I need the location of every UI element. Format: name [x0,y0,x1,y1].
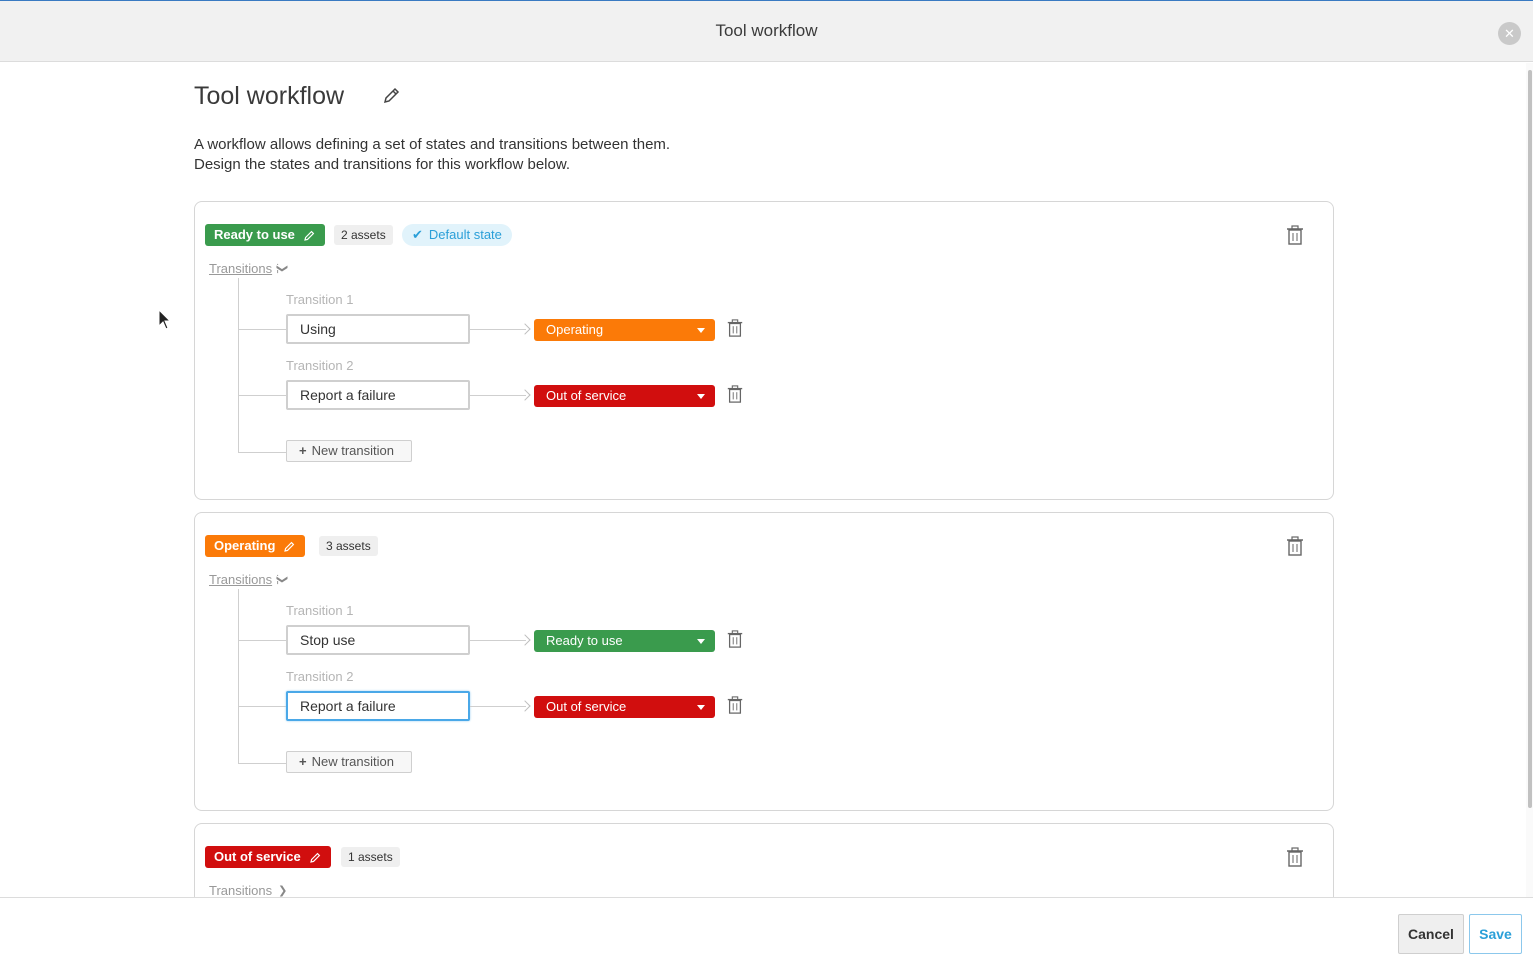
trash-icon[interactable] [1285,535,1305,557]
caret-down-icon [697,394,705,399]
state-name-badge[interactable]: Operating [205,535,306,557]
trash-icon[interactable] [726,695,744,715]
state-name: Out of service [214,849,301,864]
target-state-select[interactable]: Out of service [534,696,715,718]
transition-label: Transition 2 [286,358,354,373]
arrow-line [470,329,526,330]
tree-line [238,278,239,452]
transition-name-input[interactable] [286,691,470,721]
trash-icon[interactable] [1285,846,1305,868]
arrow-line [470,706,526,707]
transitions-label: Transitions [209,883,273,897]
target-state-select[interactable]: Operating [534,319,715,341]
tree-line [238,640,286,641]
caret-down-icon [697,705,705,710]
target-state-select[interactable]: Out of service [534,385,715,407]
pencil-icon[interactable] [380,85,402,107]
default-state-badge: ✔ Default state [402,224,512,246]
state-name: Operating [214,538,276,553]
pencil-icon [309,852,320,863]
transition-name-input[interactable] [286,625,470,655]
tree-line [238,452,286,453]
state-card-operating: Operating 3 assets Transitions ❯ Transit… [194,512,1334,811]
transition-name-input[interactable] [286,380,470,410]
arrow-right-icon [519,323,531,335]
assets-count-badge: 3 assets [319,536,378,556]
modal-header: Tool workflow ✕ [0,0,1533,62]
trash-icon[interactable] [726,384,744,404]
plus-icon: + [299,443,307,458]
arrow-right-icon [519,389,531,401]
arrow-right-icon [519,700,531,712]
description-line: Design the states and transitions for th… [194,156,571,173]
state-card-out-of-service: Out of service 1 assets Transitions ❯ [194,823,1334,897]
assets-count-badge: 1 assets [341,847,400,867]
target-state-select[interactable]: Ready to use [534,630,715,652]
transitions-toggle[interactable]: Transitions ❯ [209,572,289,587]
transitions-label: Transitions [209,572,273,587]
modal-footer: Cancel Save [0,897,1533,961]
state-card-ready-to-use: Ready to use 2 assets ✔ Default state Tr… [194,201,1334,500]
transition-label: Transition 2 [286,669,354,684]
new-transition-label: New transition [311,443,394,458]
target-state-value: Out of service [546,699,627,714]
tree-line [238,706,286,707]
modal-title: Tool workflow [715,21,818,40]
scrollbar-thumb[interactable] [1528,70,1532,808]
assets-count-badge: 2 assets [334,225,393,245]
description-line: A workflow allows defining a set of stat… [194,136,671,153]
new-transition-button[interactable]: + New transition [286,440,412,462]
mouse-cursor-icon [158,309,172,330]
workflow-editor: Tool workflow A workflow allows defining… [0,63,1533,897]
new-transition-button[interactable]: + New transition [286,751,412,773]
trash-icon[interactable] [1285,224,1305,246]
chevron-down-icon: ❯ [276,263,289,274]
target-state-value: Operating [546,322,604,337]
arrow-line [470,395,526,396]
chevron-down-icon: ❯ [276,574,289,585]
tree-line [238,589,239,763]
save-button[interactable]: Save [1469,914,1522,954]
chevron-right-icon: ❯ [278,885,288,897]
transition-name-input[interactable] [286,314,470,344]
cancel-button[interactable]: Cancel [1398,914,1464,954]
arrow-line [470,640,526,641]
page-title: Tool workflow [194,82,345,110]
pencil-icon [284,541,295,552]
tree-line [238,329,286,330]
caret-down-icon [697,328,705,333]
state-name-badge[interactable]: Ready to use [205,224,325,246]
trash-icon[interactable] [726,318,744,338]
plus-icon: + [299,754,307,769]
transition-label: Transition 1 [286,292,354,307]
default-state-label: Default state [428,227,502,242]
pencil-icon [304,230,315,241]
state-name-badge[interactable]: Out of service [205,846,331,868]
close-icon[interactable]: ✕ [1498,22,1521,45]
target-state-value: Ready to use [546,633,623,648]
transitions-toggle[interactable]: Transitions ❯ [209,261,289,276]
transitions-label: Transitions [209,261,273,276]
trash-icon[interactable] [726,629,744,649]
target-state-value: Out of service [546,388,627,403]
page-description: A workflow allows defining a set of stat… [194,135,670,175]
transition-label: Transition 1 [286,603,354,618]
tree-line [238,763,286,764]
arrow-right-icon [519,634,531,646]
transitions-toggle[interactable]: Transitions ❯ [209,883,287,897]
check-icon: ✔ [412,227,423,242]
tree-line [238,395,286,396]
state-name: Ready to use [214,227,295,242]
caret-down-icon [697,639,705,644]
new-transition-label: New transition [311,754,394,769]
